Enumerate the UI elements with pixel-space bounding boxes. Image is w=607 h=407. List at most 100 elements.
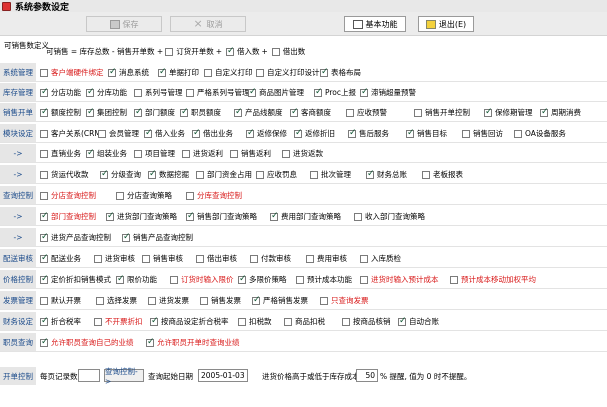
checkbox-checked[interactable] <box>86 87 95 97</box>
checkbox-checked[interactable] <box>234 107 243 117</box>
option-item[interactable]: 选择发票 <box>96 295 137 306</box>
option-item[interactable]: OA设备服务 <box>514 128 566 139</box>
option-item[interactable]: 系列号管理 <box>134 87 183 98</box>
option-item[interactable]: 销售开单控制 <box>414 107 470 118</box>
checkbox-checked[interactable] <box>40 232 49 242</box>
checkbox-checked[interactable] <box>540 107 549 117</box>
checkbox-unchecked[interactable] <box>182 149 190 158</box>
checkbox-unchecked[interactable] <box>320 296 328 305</box>
checkbox-checked[interactable] <box>40 211 49 221</box>
option-item[interactable]: 客户关系(CRM) <box>40 128 104 139</box>
checkbox-unchecked[interactable] <box>40 129 48 138</box>
checkbox-checked[interactable] <box>40 316 49 326</box>
query-control-button[interactable]: 查询控制-> <box>104 367 144 386</box>
option-item[interactable]: 不开票折扣 <box>94 316 143 327</box>
checkbox-unchecked[interactable] <box>94 317 102 326</box>
option-item[interactable]: 单据打印 <box>158 67 199 78</box>
option-item[interactable]: 费用部门查询策略 <box>270 211 341 222</box>
option-item[interactable]: 进货返款 <box>282 148 323 159</box>
option-item[interactable]: 销售发票 <box>200 295 241 306</box>
checkbox-unchecked[interactable] <box>186 191 194 200</box>
option-item[interactable]: 分店功能 <box>40 87 81 98</box>
checkbox-unchecked[interactable] <box>422 170 430 179</box>
checkbox-unchecked[interactable] <box>94 254 102 263</box>
checkbox-unchecked[interactable] <box>462 129 470 138</box>
option-item[interactable]: 进货审核 <box>94 253 135 264</box>
checkbox-unchecked[interactable] <box>96 296 104 305</box>
formula-checkbox-1[interactable] <box>226 46 235 56</box>
option-item[interactable]: Proc上报 <box>314 87 356 98</box>
checkbox-unchecked[interactable] <box>196 254 204 263</box>
option-item[interactable]: 多限价策略 <box>238 274 287 285</box>
option-item[interactable]: 按商品设定折合税率 <box>150 316 229 327</box>
option-item[interactable]: 进货返利 <box>182 148 223 159</box>
exit-button[interactable]: 退出(E) <box>418 16 474 32</box>
option-item[interactable]: 借出业务 <box>192 128 233 139</box>
checkbox-unchecked[interactable] <box>196 170 204 179</box>
checkbox-unchecked[interactable] <box>514 129 522 138</box>
option-item[interactable]: 订货时输入限价 <box>170 274 234 285</box>
option-item[interactable]: 配送业务 <box>40 253 81 264</box>
checkbox-unchecked[interactable] <box>40 170 48 179</box>
checkbox-unchecked[interactable] <box>284 317 292 326</box>
checkbox-unchecked[interactable] <box>450 275 458 284</box>
checkbox-checked[interactable] <box>252 295 261 305</box>
option-item[interactable]: 扣税款 <box>238 316 272 327</box>
checkbox-checked[interactable] <box>158 67 167 77</box>
query-date-input[interactable]: 2005-01-03 <box>198 369 248 382</box>
checkbox-unchecked[interactable] <box>40 68 48 77</box>
option-item[interactable]: 售后服务 <box>348 128 389 139</box>
option-item[interactable]: 收入部门查询策略 <box>354 211 425 222</box>
option-item[interactable]: 财务总账 <box>366 169 407 180</box>
checkbox-checked[interactable] <box>122 232 131 242</box>
checkbox-checked[interactable] <box>192 128 201 138</box>
checkbox-checked[interactable] <box>180 107 189 117</box>
option-item[interactable]: 客商额度 <box>290 107 331 118</box>
option-item[interactable]: 分级查询 <box>100 169 141 180</box>
option-item[interactable]: 自定义打印设计 <box>256 67 320 78</box>
formula-checkbox-2[interactable] <box>271 47 280 56</box>
checkbox-checked[interactable] <box>116 274 125 284</box>
option-item[interactable]: 分店查询策略 <box>116 190 172 201</box>
option-item[interactable]: 应收罚息 <box>256 169 297 180</box>
option-item[interactable]: 定价折扣销售模式 <box>40 274 111 285</box>
checkbox-checked[interactable] <box>86 107 95 117</box>
checkbox-unchecked[interactable] <box>360 275 368 284</box>
option-item[interactable]: 批次管理 <box>310 169 351 180</box>
option-item[interactable]: 进货发票 <box>148 295 189 306</box>
checkbox-checked[interactable] <box>238 274 247 284</box>
checkbox-unchecked[interactable] <box>200 296 208 305</box>
checkbox-checked[interactable] <box>246 128 255 138</box>
checkbox-checked[interactable] <box>134 107 143 117</box>
page-records-input[interactable] <box>78 369 100 382</box>
option-item[interactable]: 按商品核销 <box>342 316 391 327</box>
checkbox-unchecked[interactable] <box>186 88 194 97</box>
checkbox-checked[interactable] <box>366 169 375 179</box>
option-item[interactable]: 允许职员开单时查询业绩 <box>146 337 240 348</box>
checkbox-unchecked[interactable] <box>116 191 124 200</box>
checkbox-checked[interactable] <box>86 148 95 158</box>
checkbox-checked[interactable] <box>348 128 357 138</box>
checkbox-unchecked[interactable] <box>40 296 48 305</box>
option-item[interactable]: 产品线额度 <box>234 107 283 118</box>
checkbox-checked[interactable] <box>100 169 109 179</box>
checkbox-unchecked[interactable] <box>238 317 246 326</box>
checkbox-checked[interactable] <box>360 87 369 97</box>
option-item[interactable]: 周期消费 <box>540 107 581 118</box>
option-item[interactable]: 严格销售发票 <box>252 295 308 306</box>
checkbox-checked[interactable] <box>398 316 407 326</box>
option-item[interactable]: 销售目标 <box>406 128 447 139</box>
option-item[interactable]: 预计成本移动加权平均 <box>450 274 536 285</box>
option-item[interactable]: 只查询发票 <box>320 295 369 306</box>
option-item[interactable]: 商品图片管理 <box>248 87 304 98</box>
checkbox-unchecked[interactable] <box>230 149 238 158</box>
checkbox-checked[interactable] <box>40 337 49 347</box>
option-item[interactable]: 应收预警 <box>346 107 387 118</box>
checkbox-checked[interactable] <box>406 128 415 138</box>
checkbox-checked[interactable] <box>270 211 279 221</box>
basic-function-button[interactable]: 基本功能 <box>344 16 406 32</box>
cost-percent-input[interactable]: 50 <box>356 369 378 382</box>
checkbox-unchecked[interactable] <box>346 108 354 117</box>
option-item[interactable]: 入库质检 <box>360 253 401 264</box>
checkbox-unchecked[interactable] <box>134 149 142 158</box>
